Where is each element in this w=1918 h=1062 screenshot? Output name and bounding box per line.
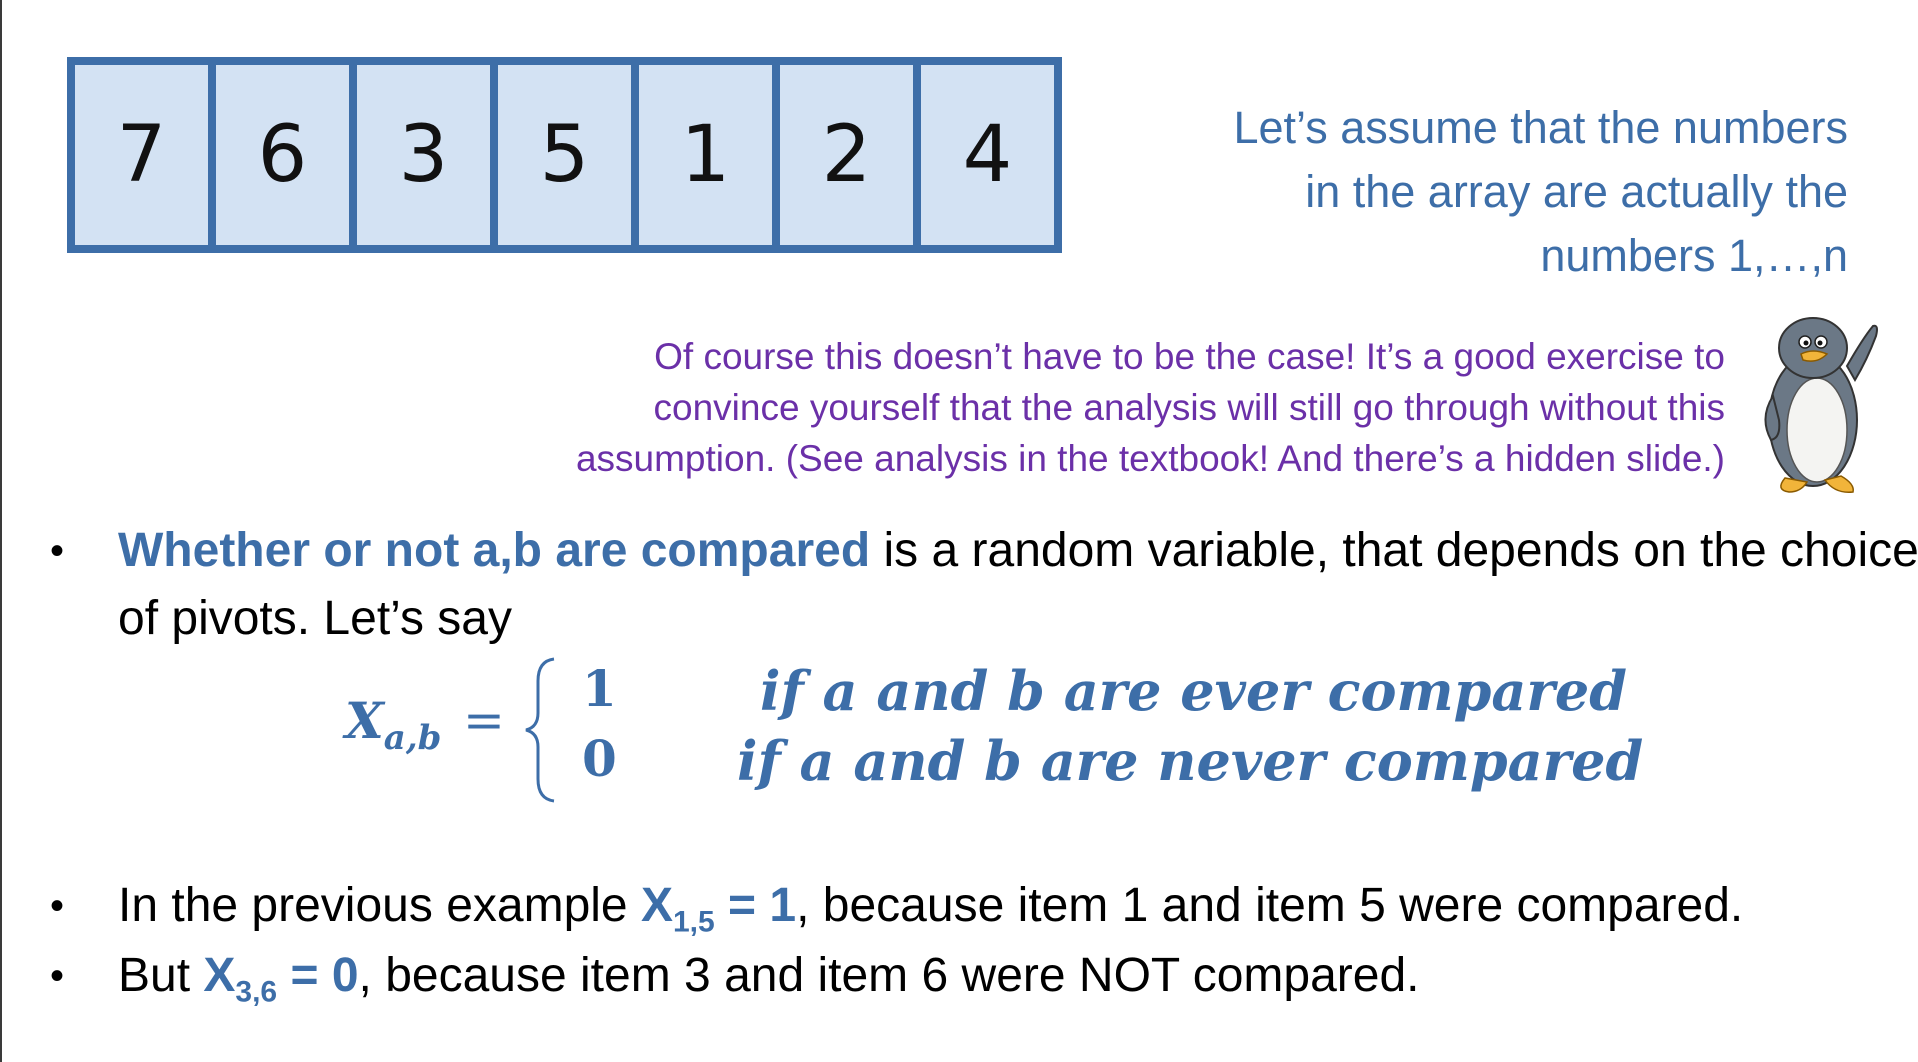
indicator-subscript: 1,5 (672, 905, 715, 939)
number-array: 7 6 3 5 1 2 4 (67, 57, 1062, 253)
bullet-dot: • (50, 884, 65, 928)
caveat-note: Of course this doesn’t have to be the ca… (575, 331, 1725, 484)
formula-var: X (345, 691, 384, 750)
indicator-value: = 1 (714, 879, 797, 932)
indicator-var: X (640, 879, 673, 932)
array-cell: 7 (75, 65, 208, 245)
array-cell: 3 (357, 65, 490, 245)
case-condition-0: if a and b are never compared (737, 729, 1644, 793)
caveat-line: convince yourself that the analysis will… (653, 387, 1725, 428)
assumption-note: Let’s assume that the numbers in the arr… (1088, 96, 1848, 288)
bullet-body: But (118, 949, 204, 1002)
caveat-line: Of course this doesn’t have to be the ca… (654, 336, 1725, 377)
formula-equals: = (463, 691, 505, 749)
assumption-line: in the array are actually the (1305, 166, 1848, 217)
bullet-text: Whether or not a,b are compared is a ran… (118, 517, 1918, 653)
left-brace (525, 657, 555, 803)
case-condition-1: if a and b are ever compared (760, 659, 1627, 723)
array-cell: 2 (780, 65, 913, 245)
slide-left-border (0, 0, 2, 1062)
formula-subscript: a,b (383, 718, 442, 758)
bullet-dot: • (50, 529, 65, 573)
highlight-phrase: Whether or not a,b are compared (118, 524, 871, 577)
formula-lhs: Xa,b (345, 691, 441, 758)
array-cell: 1 (639, 65, 772, 245)
caveat-line: assumption. (See analysis in the textboo… (575, 438, 1725, 479)
indicator-subscript: 3,6 (235, 975, 278, 1009)
indicator-expression: X1,5 = 1 (640, 879, 797, 939)
indicator-expression: X3,6 = 0 (203, 949, 359, 1009)
array-cell: 6 (216, 65, 349, 245)
penguin-icon (1764, 317, 1878, 493)
bullet-dot: • (50, 954, 65, 998)
bullet-body: , because item 3 and item 6 were NOT com… (358, 949, 1420, 1002)
assumption-line: Let’s assume that the numbers (1233, 102, 1848, 153)
case-value-0: 0 (582, 729, 617, 788)
array-cell: 4 (921, 65, 1054, 245)
indicator-value: = 0 (277, 949, 359, 1002)
bullet-body: In the previous example (118, 879, 641, 932)
indicator-var: X (203, 949, 236, 1002)
bullet-text: But X3,6 = 0, because item 3 and item 6 … (118, 942, 1419, 1027)
assumption-line: numbers 1,…,n (1540, 230, 1848, 281)
case-value-1: 1 (582, 659, 617, 718)
bullet-body: , because item 1 and item 5 were compare… (796, 879, 1744, 932)
array-cell: 5 (498, 65, 631, 245)
